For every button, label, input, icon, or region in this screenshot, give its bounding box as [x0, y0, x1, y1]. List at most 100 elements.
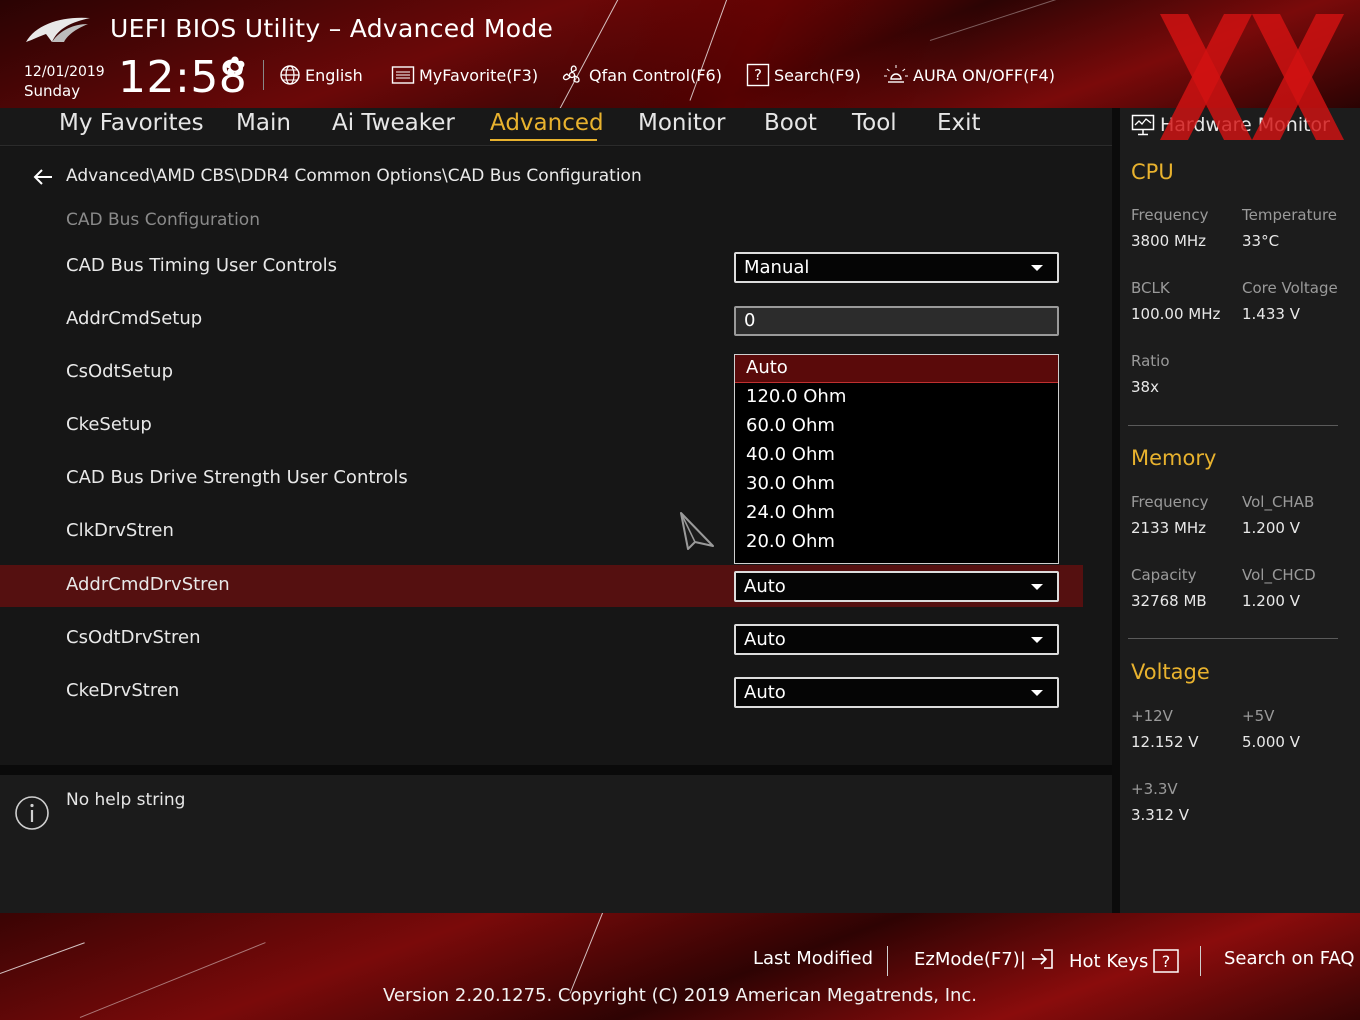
- vol-chab-value: 1.200 V: [1242, 519, 1300, 537]
- bclk-value: 100.00 MHz: [1131, 305, 1221, 323]
- addrcmddrvstren-value: Auto: [744, 576, 786, 597]
- svg-text:?: ?: [754, 66, 762, 84]
- globe-icon: [280, 65, 300, 85]
- myfavorite-button[interactable]: MyFavorite(F3): [391, 62, 538, 88]
- setting-label-cad-bus-drive-strength[interactable]: CAD Bus Drive Strength User Controls: [66, 467, 408, 488]
- addrcmddrvstren-select[interactable]: Auto: [734, 571, 1059, 602]
- breadcrumb: Advanced\AMD CBS\DDR4 Common Options\CAD…: [66, 166, 642, 186]
- cad-bus-timing-value: Manual: [744, 257, 810, 278]
- tab-exit[interactable]: Exit: [937, 110, 981, 136]
- csodtdrvstren-value: Auto: [744, 629, 786, 650]
- tab-advanced[interactable]: Advanced: [490, 110, 604, 136]
- tab-boot[interactable]: Boot: [764, 110, 817, 136]
- aura-light-icon: [884, 65, 908, 83]
- aura-button[interactable]: AURA ON/OFF(F4): [883, 62, 1055, 88]
- mem-frequency-value: 2133 MHz: [1131, 519, 1207, 537]
- search-faq-button[interactable]: Search on FAQ: [1224, 948, 1355, 969]
- last-modified-button[interactable]: Last Modified: [753, 948, 873, 969]
- cpu-heading: CPU: [1131, 160, 1174, 184]
- section-title: CAD Bus Configuration: [66, 210, 260, 230]
- cpu-frequency-value: 3800 MHz: [1131, 232, 1207, 250]
- ratio-value: 38x: [1131, 378, 1159, 396]
- back-arrow-icon[interactable]: [32, 166, 54, 188]
- mem-frequency-label: Frequency: [1131, 493, 1209, 511]
- ckedrvstren-value: Auto: [744, 682, 786, 703]
- vol-chcd-label: Vol_CHCD: [1242, 566, 1316, 584]
- setting-label-ckesetup[interactable]: CkeSetup: [66, 414, 152, 435]
- ckedrvstren-select[interactable]: Auto: [734, 677, 1059, 708]
- language-label: English: [305, 65, 363, 85]
- exit-arrow-icon: [1031, 949, 1053, 969]
- search-button[interactable]: ? Search(F9): [746, 62, 861, 88]
- v12-value: 12.152 V: [1131, 733, 1199, 751]
- vol-chcd-value: 1.200 V: [1242, 592, 1300, 610]
- monitor-icon: [1131, 114, 1155, 136]
- day-display: Sunday: [24, 82, 81, 100]
- hot-keys-button[interactable]: Hot Keys ?: [1069, 948, 1180, 974]
- setting-label-cad-bus-timing[interactable]: CAD Bus Timing User Controls: [66, 255, 337, 276]
- tab-main[interactable]: Main: [236, 110, 291, 136]
- capacity-value: 32768 MB: [1131, 592, 1207, 610]
- memory-heading: Memory: [1131, 446, 1217, 470]
- setting-label-clkdrvstren[interactable]: ClkDrvStren: [66, 520, 174, 541]
- cad-bus-timing-select[interactable]: Manual: [734, 252, 1059, 283]
- capacity-label: Capacity: [1131, 566, 1197, 584]
- v12-label: +12V: [1131, 707, 1173, 725]
- aura-label: AURA ON/OFF(F4): [913, 65, 1055, 85]
- chevron-down-icon: [1031, 584, 1043, 590]
- dropdown-option-20-ohm[interactable]: 20.0 Ohm: [735, 529, 1058, 557]
- addrcmdsetup-input[interactable]: 0: [734, 306, 1059, 336]
- dropdown-option-auto[interactable]: Auto: [735, 355, 1058, 383]
- date-display: 12/01/2019: [24, 64, 105, 80]
- myfavorite-label: MyFavorite(F3): [419, 65, 539, 85]
- chevron-down-icon: [1031, 690, 1043, 696]
- language-button[interactable]: English: [279, 62, 363, 88]
- help-divider: [0, 765, 1112, 775]
- footer-divider: [1200, 946, 1201, 976]
- v33-value: 3.312 V: [1131, 806, 1189, 824]
- xx-watermark: [1160, 14, 1344, 140]
- footer-divider: [887, 946, 888, 976]
- v5-label: +5V: [1242, 707, 1275, 725]
- dropdown-options-list[interactable]: Auto 120.0 Ohm 60.0 Ohm 40.0 Ohm 30.0 Oh…: [734, 354, 1059, 564]
- v5-value: 5.000 V: [1242, 733, 1300, 751]
- hw-divider: [1128, 425, 1338, 426]
- dropdown-option-120-ohm[interactable]: 120.0 Ohm: [735, 384, 1058, 412]
- dropdown-option-60-ohm[interactable]: 60.0 Ohm: [735, 413, 1058, 441]
- dropdown-option-24-ohm[interactable]: 24.0 Ohm: [735, 500, 1058, 528]
- vol-chab-label: Vol_CHAB: [1242, 493, 1315, 511]
- gear-icon[interactable]: ✿: [224, 52, 246, 82]
- favorite-list-icon: [391, 66, 415, 84]
- voltage-heading: Voltage: [1131, 660, 1210, 684]
- setting-label-ckedrvstren[interactable]: CkeDrvStren: [66, 680, 179, 701]
- tab-monitor[interactable]: Monitor: [638, 110, 725, 136]
- setting-label-csodtsetup[interactable]: CsOdtSetup: [66, 361, 173, 382]
- qfan-button[interactable]: Qfan Control(F6): [559, 62, 722, 88]
- tab-tool[interactable]: Tool: [852, 110, 897, 136]
- ezmode-button[interactable]: EzMode(F7)|: [914, 948, 1054, 970]
- search-help-icon: ?: [746, 63, 770, 87]
- version-text: Version 2.20.1275. Copyright (C) 2019 Am…: [382, 985, 978, 1006]
- cpu-frequency-label: Frequency: [1131, 206, 1209, 224]
- dropdown-option-40-ohm[interactable]: 40.0 Ohm: [735, 442, 1058, 470]
- core-voltage-label: Core Voltage: [1242, 279, 1338, 297]
- hot-keys-label: Hot Keys: [1069, 950, 1149, 972]
- ratio-label: Ratio: [1131, 352, 1170, 370]
- setting-label-addrcmddrvstren[interactable]: AddrCmdDrvStren: [66, 574, 230, 595]
- tab-my-favorites[interactable]: My Favorites: [59, 110, 204, 136]
- core-voltage-value: 1.433 V: [1242, 305, 1300, 323]
- cpu-temperature-label: Temperature: [1242, 206, 1338, 224]
- header-divider: [263, 60, 264, 90]
- question-icon: ?: [1153, 949, 1180, 973]
- hw-divider: [1128, 638, 1338, 639]
- v33-label: +3.3V: [1131, 780, 1178, 798]
- cpu-temperature-value: 33°C: [1242, 232, 1280, 250]
- tab-ai-tweaker[interactable]: Ai Tweaker: [332, 110, 455, 136]
- setting-label-csodtdrvstren[interactable]: CsOdtDrvStren: [66, 627, 200, 648]
- setting-label-addrcmdsetup[interactable]: AddrCmdSetup: [66, 308, 202, 329]
- panel-gap: [1112, 108, 1120, 913]
- csodtdrvstren-select[interactable]: Auto: [734, 624, 1059, 655]
- help-text: No help string: [66, 790, 186, 810]
- dropdown-option-30-ohm[interactable]: 30.0 Ohm: [735, 471, 1058, 499]
- active-tab-underline: [490, 139, 597, 141]
